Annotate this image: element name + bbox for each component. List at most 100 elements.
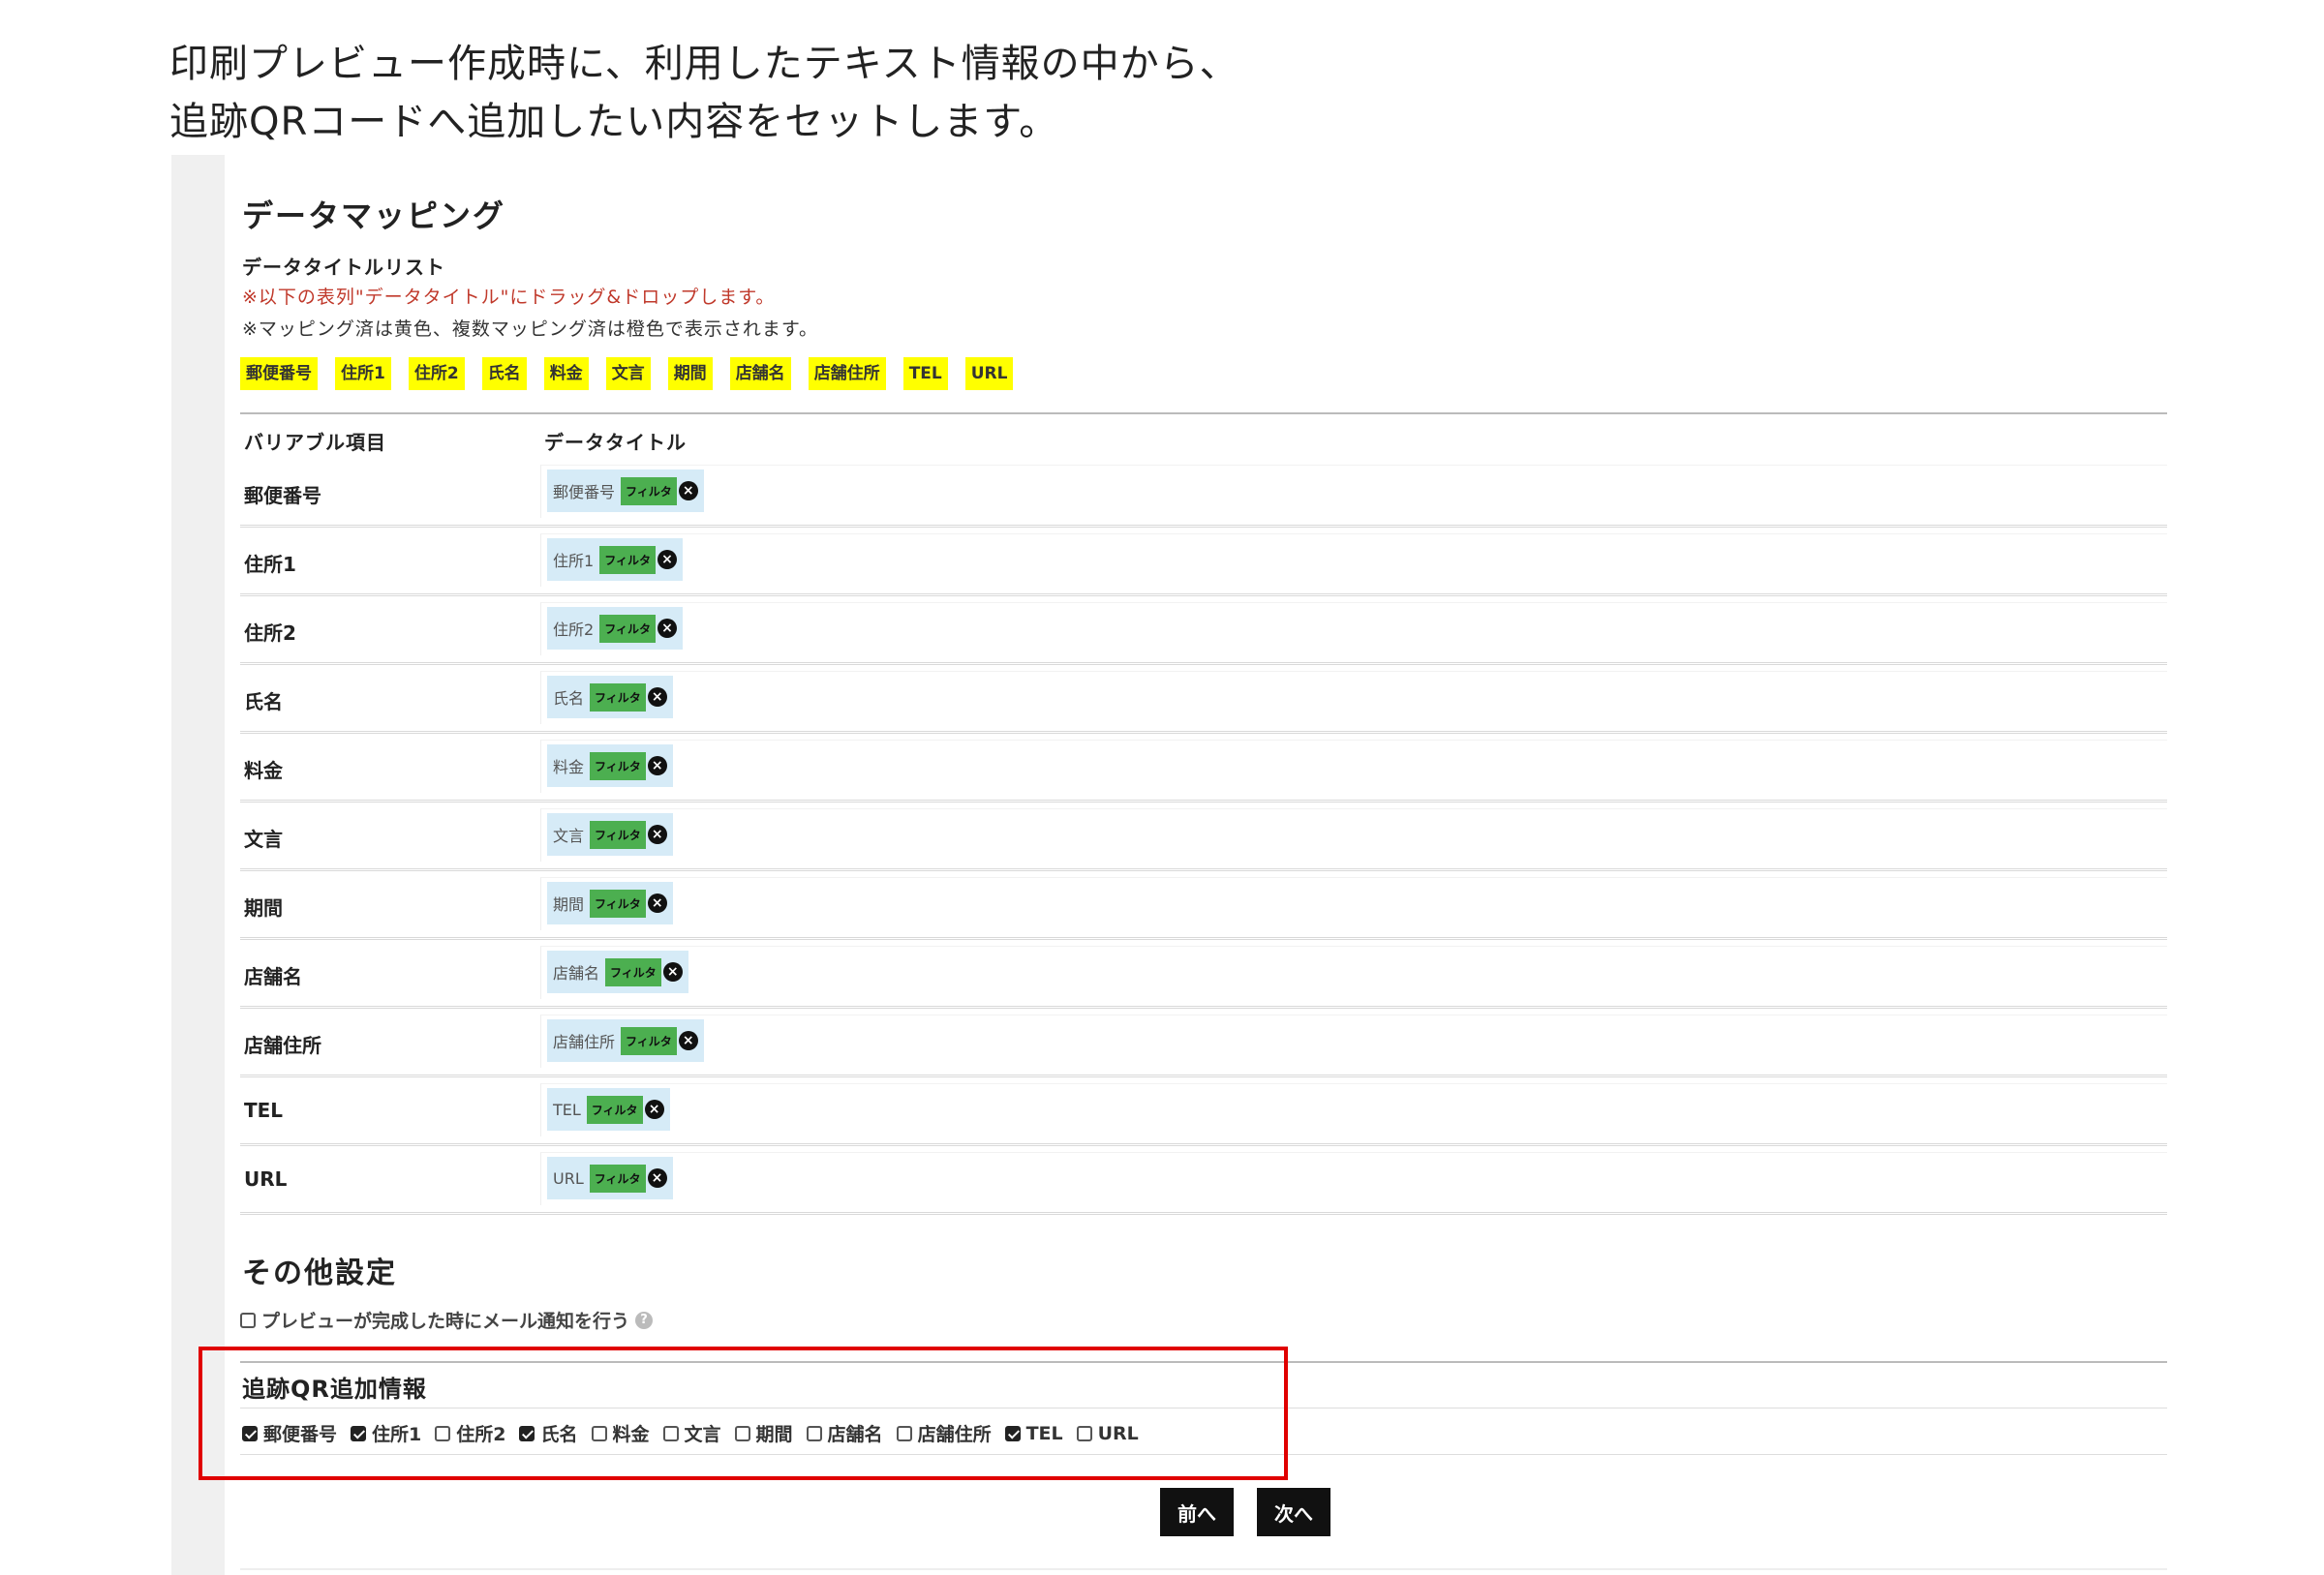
- variable-item-label: 氏名: [244, 690, 283, 713]
- data-title-drop-zone[interactable]: 店舗住所 フィルタ ×: [540, 1015, 2167, 1068]
- variable-item-label: 住所1: [244, 553, 296, 576]
- next-button[interactable]: 次へ: [1257, 1488, 1330, 1536]
- close-icon[interactable]: ×: [647, 894, 667, 913]
- data-title-chip[interactable]: 住所2: [408, 357, 465, 390]
- other-settings-title: その他設定: [242, 1257, 397, 1290]
- email-notify-option[interactable]: プレビューが完成した時にメール通知を行う ?: [240, 1307, 654, 1333]
- data-title-list-heading: データタイトルリスト: [242, 256, 445, 279]
- mapping-row: 料金 料金 フィルタ ×: [240, 734, 2167, 803]
- filter-button[interactable]: フィルタ: [590, 682, 646, 712]
- mapping-row: URL URL フィルタ ×: [240, 1146, 2167, 1215]
- data-title-chip-list: 郵便番号 住所1 住所2 氏名 料金 文言 期間 店舗名 店舗住所 TEL URL: [240, 357, 1014, 390]
- data-title-drop-zone[interactable]: 郵便番号 フィルタ ×: [540, 465, 2167, 518]
- close-icon[interactable]: ×: [657, 550, 677, 569]
- caption-line-2: 追跡QRコードへ追加したい内容をセットします。: [169, 100, 1059, 144]
- mapped-data-title[interactable]: 期間 フィルタ ×: [547, 882, 673, 924]
- mapping-row: 文言 文言 フィルタ ×: [240, 803, 2167, 871]
- data-title-chip[interactable]: 期間: [667, 357, 713, 390]
- mapped-data-title[interactable]: 郵便番号 フィルタ ×: [547, 469, 704, 512]
- data-title-chip[interactable]: 店舗名: [729, 357, 791, 390]
- filter-button[interactable]: フィルタ: [605, 957, 661, 986]
- filter-button[interactable]: フィルタ: [590, 751, 646, 780]
- mapping-color-note: ※マッピング済は黄色、複数マッピング済は橙色で表示されます。: [242, 318, 819, 340]
- mapped-title-label: 氏名: [553, 689, 585, 708]
- mapping-row: TEL TEL フィルタ ×: [240, 1077, 2167, 1146]
- mapped-data-title[interactable]: 住所1 フィルタ ×: [547, 538, 683, 581]
- close-icon[interactable]: ×: [647, 687, 667, 707]
- filter-button[interactable]: フィルタ: [599, 614, 656, 643]
- data-title-drop-zone[interactable]: 文言 フィルタ ×: [540, 808, 2167, 862]
- mapped-title-label: 郵便番号: [553, 483, 616, 501]
- data-title-drop-zone[interactable]: 店舗名 フィルタ ×: [540, 946, 2167, 999]
- filter-button[interactable]: フィルタ: [589, 1164, 646, 1193]
- mapped-data-title[interactable]: TEL フィルタ ×: [547, 1088, 670, 1131]
- mapping-row: 氏名 氏名 フィルタ ×: [240, 665, 2167, 734]
- mapped-title-label: 住所1: [553, 552, 595, 570]
- data-title-chip[interactable]: 氏名: [481, 357, 527, 390]
- mapped-title-label: TEL: [553, 1100, 581, 1119]
- data-title-chip[interactable]: 住所1: [335, 357, 391, 390]
- mapped-data-title[interactable]: 料金 フィルタ ×: [547, 744, 673, 787]
- mapping-table-header: バリアブル項目 データタイトル: [240, 412, 2167, 459]
- mapping-row: 住所1 住所1 フィルタ ×: [240, 528, 2167, 596]
- data-title-drop-zone[interactable]: 料金 フィルタ ×: [540, 740, 2167, 793]
- close-icon[interactable]: ×: [647, 756, 667, 775]
- drag-drop-instruction: ※以下の表列"データタイトル"にドラッグ&ドロップします。: [242, 287, 776, 308]
- help-icon[interactable]: ?: [635, 1311, 654, 1329]
- data-title-drop-zone[interactable]: 住所1 フィルタ ×: [540, 533, 2167, 587]
- mapped-data-title[interactable]: 店舗名 フィルタ ×: [547, 951, 688, 993]
- data-title-chip[interactable]: 店舗住所: [808, 357, 886, 390]
- data-title-drop-zone[interactable]: 住所2 フィルタ ×: [540, 602, 2167, 655]
- variable-item-label: TEL: [244, 1099, 284, 1122]
- data-title-drop-zone[interactable]: 期間 フィルタ ×: [540, 877, 2167, 930]
- filter-button[interactable]: フィルタ: [590, 889, 646, 918]
- mapped-title-label: URL: [553, 1168, 584, 1188]
- filter-button[interactable]: フィルタ: [621, 476, 677, 505]
- close-icon[interactable]: ×: [647, 825, 667, 844]
- variable-item-label: 料金: [244, 759, 283, 782]
- close-icon[interactable]: ×: [657, 619, 677, 638]
- prev-button[interactable]: 前へ: [1160, 1488, 1234, 1536]
- close-icon[interactable]: ×: [662, 962, 683, 982]
- variable-item-label: 郵便番号: [244, 484, 321, 507]
- email-notify-label: プレビューが完成した時にメール通知を行う: [261, 1311, 630, 1332]
- page-title: データマッピング: [242, 197, 506, 234]
- close-icon[interactable]: ×: [678, 1031, 698, 1050]
- mapped-data-title[interactable]: 店舗住所 フィルタ ×: [547, 1019, 704, 1062]
- variable-item-label: 文言: [244, 828, 283, 851]
- mapped-data-title[interactable]: 文言 フィルタ ×: [547, 813, 673, 856]
- mapped-title-label: 文言: [553, 827, 585, 845]
- email-notify-checkbox[interactable]: [240, 1312, 256, 1328]
- data-title-drop-zone[interactable]: URL フィルタ ×: [540, 1152, 2167, 1205]
- variable-item-label: 期間: [244, 896, 283, 920]
- filter-button[interactable]: フィルタ: [621, 1026, 677, 1055]
- caption: 印刷プレビュー作成時に、利用したテキスト情報の中から、 追跡QRコードへ追加した…: [169, 35, 1239, 151]
- data-title-chip[interactable]: TEL: [902, 357, 948, 390]
- data-title-drop-zone[interactable]: 氏名 フィルタ ×: [540, 671, 2167, 724]
- mapped-data-title[interactable]: 氏名 フィルタ ×: [547, 676, 673, 718]
- mapped-data-title[interactable]: 住所2 フィルタ ×: [547, 607, 683, 650]
- data-title-drop-zone[interactable]: TEL フィルタ ×: [540, 1083, 2167, 1136]
- header-data-title: データタイトル: [544, 431, 687, 454]
- close-icon[interactable]: ×: [647, 1168, 667, 1188]
- data-title-chip[interactable]: URL: [964, 357, 1014, 390]
- mapped-title-label: 住所2: [553, 621, 595, 639]
- divider: [240, 1568, 2167, 1570]
- data-title-chip[interactable]: 料金: [543, 357, 589, 390]
- mapped-data-title[interactable]: URL フィルタ ×: [547, 1157, 673, 1199]
- highlight-box: [199, 1347, 1288, 1480]
- mapping-row: 店舗住所 店舗住所 フィルタ ×: [240, 1009, 2167, 1077]
- mapping-row: 郵便番号 郵便番号 フィルタ ×: [240, 459, 2167, 528]
- mapped-title-label: 店舗住所: [553, 1033, 616, 1051]
- data-title-chip[interactable]: 文言: [605, 357, 651, 390]
- close-icon[interactable]: ×: [678, 481, 698, 500]
- variable-item-label: URL: [244, 1167, 288, 1191]
- variable-item-label: 店舗住所: [244, 1034, 321, 1057]
- caption-line-1: 印刷プレビュー作成時に、利用したテキスト情報の中から、: [169, 42, 1239, 86]
- filter-button[interactable]: フィルタ: [599, 545, 656, 574]
- data-title-chip[interactable]: 郵便番号: [240, 357, 318, 390]
- close-icon[interactable]: ×: [644, 1100, 664, 1119]
- filter-button[interactable]: フィルタ: [590, 820, 646, 849]
- filter-button[interactable]: フィルタ: [586, 1095, 643, 1124]
- mapped-title-label: 期間: [553, 895, 585, 914]
